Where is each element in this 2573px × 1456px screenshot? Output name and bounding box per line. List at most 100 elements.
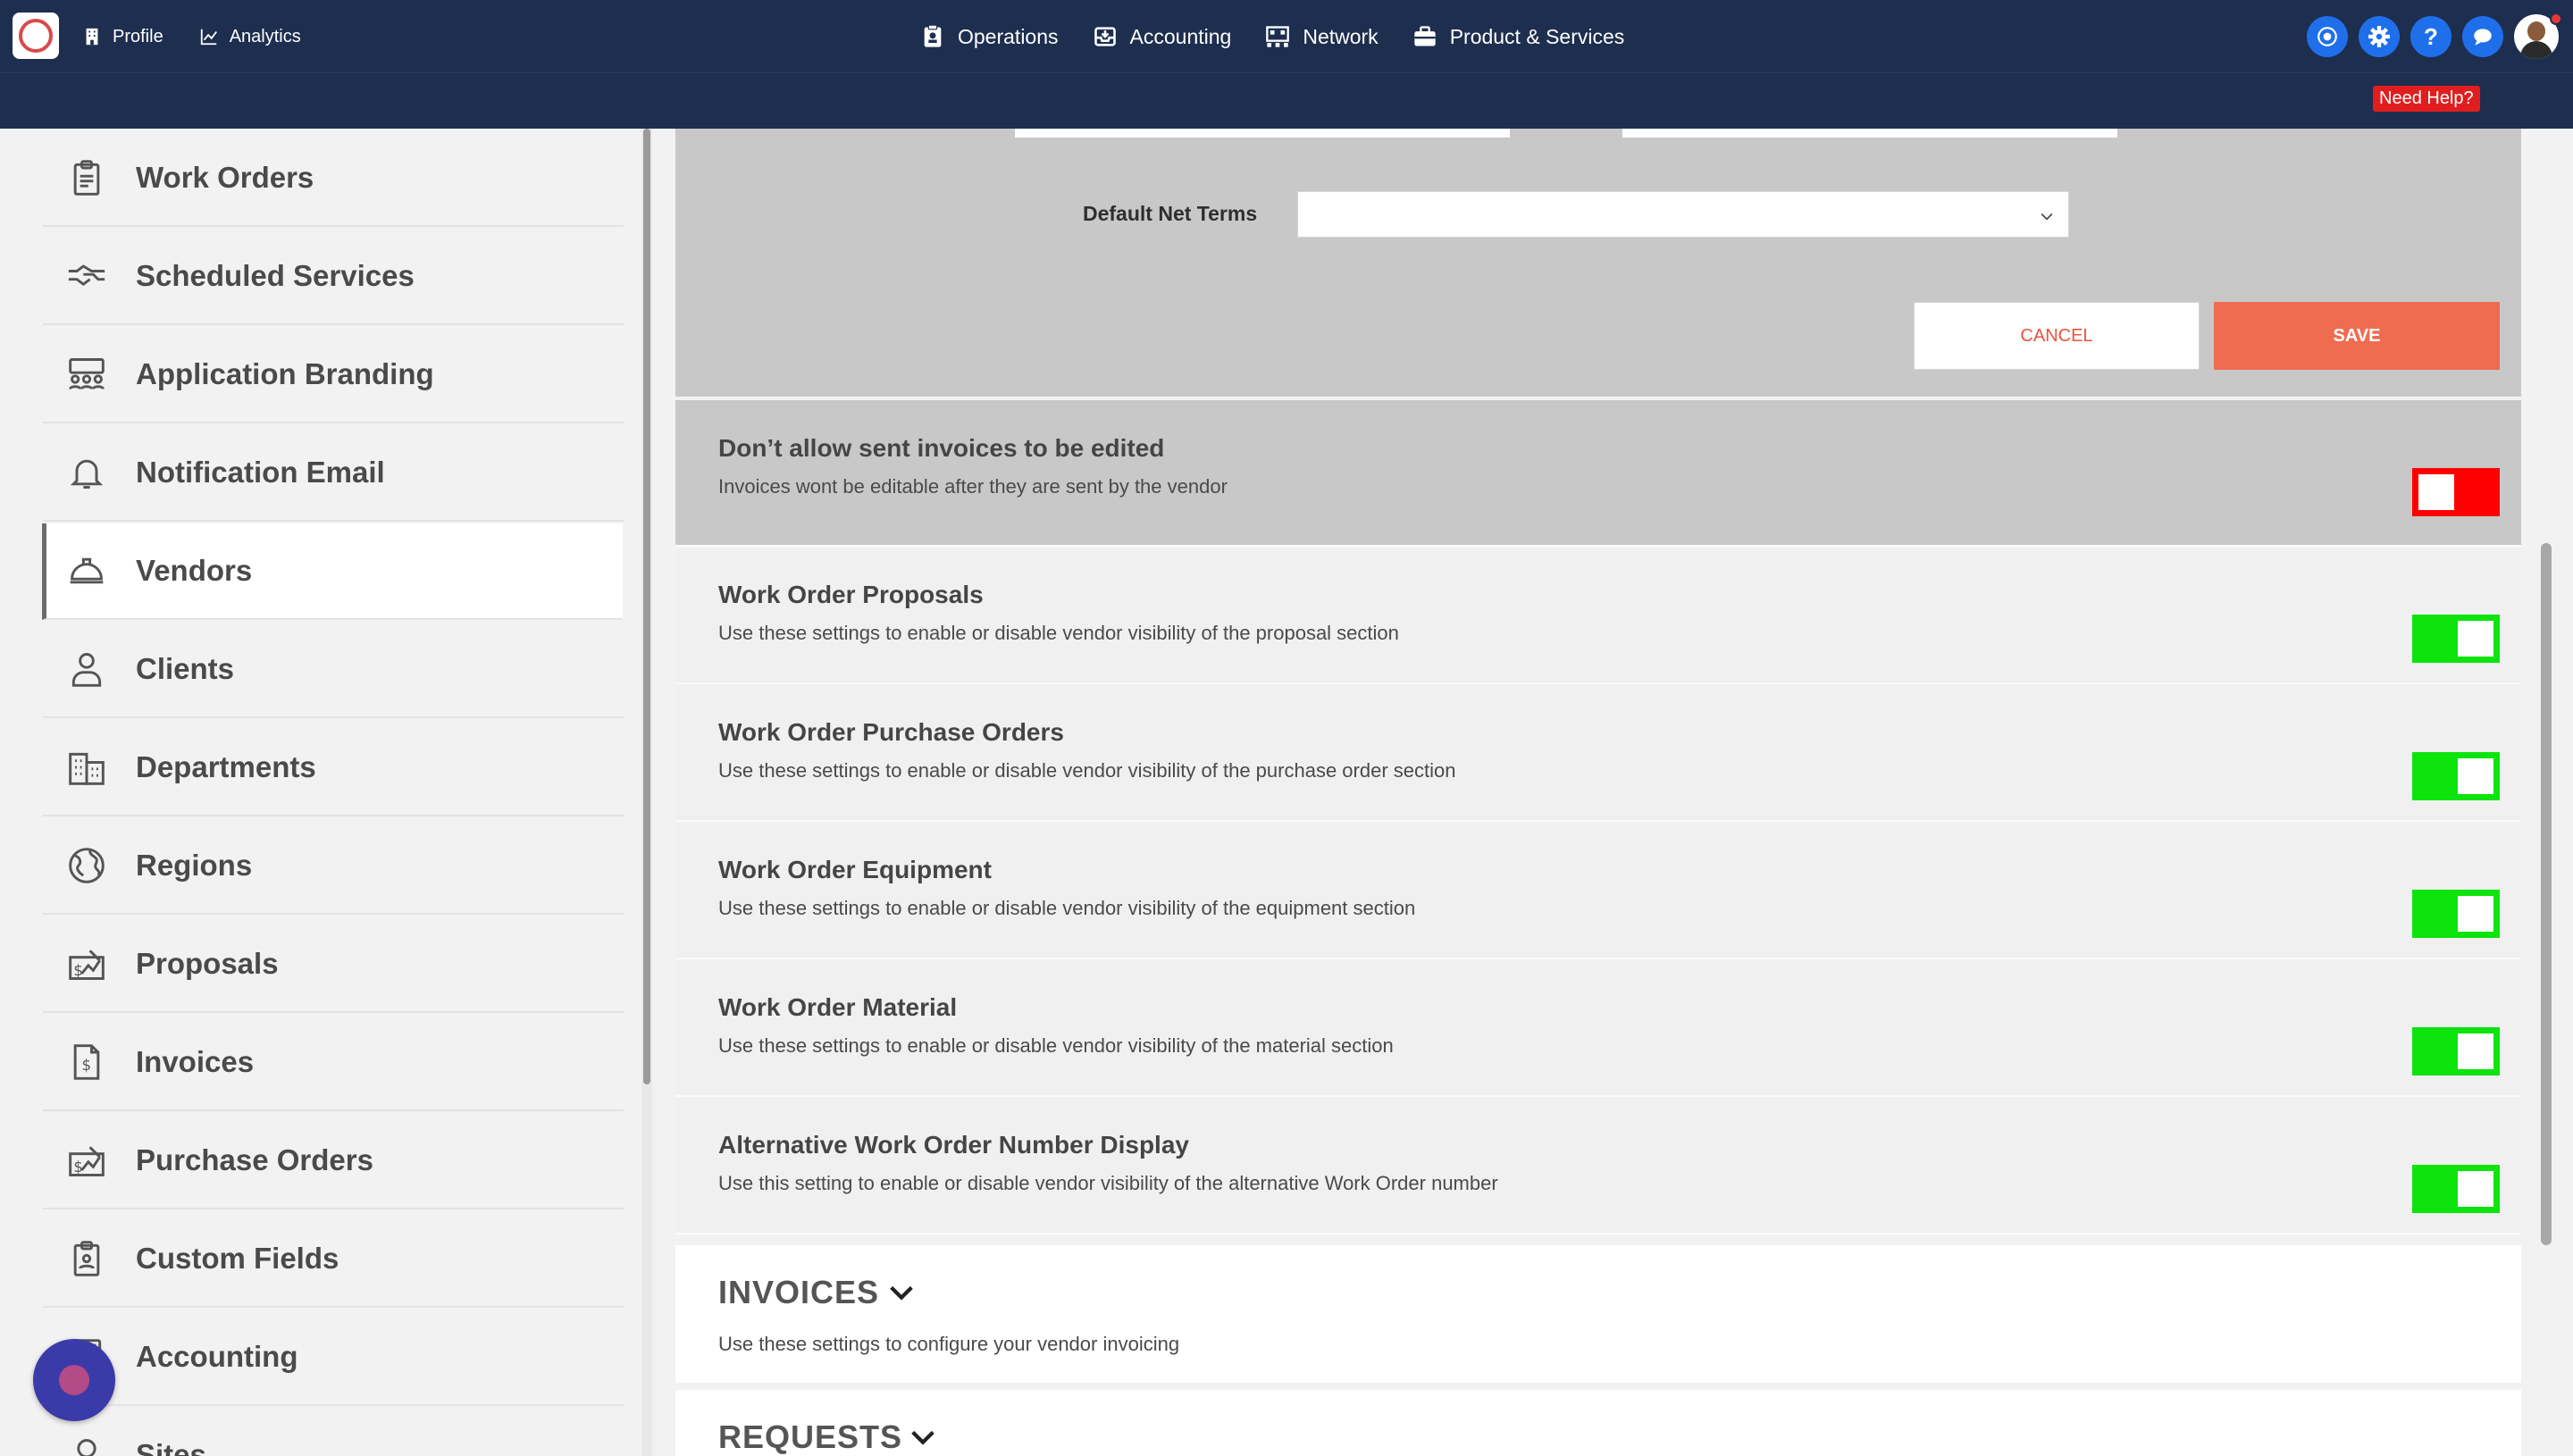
top-navigation-bar: Profile Analytics Operations Accounting … bbox=[0, 0, 2573, 73]
nav-analytics-label: Analytics bbox=[229, 26, 301, 46]
upper-input-right[interactable] bbox=[1622, 129, 2117, 138]
vendor-settings-panel: Default Net Terms CANCEL SAVE Don’t allo… bbox=[675, 129, 2521, 1456]
sidebar-item-scheduled-services[interactable]: Scheduled Services bbox=[43, 229, 624, 325]
toggle-switch[interactable] bbox=[2412, 890, 2500, 938]
main-scrollbar[interactable] bbox=[2537, 129, 2555, 1456]
sidebar-item-label: Departments bbox=[136, 750, 316, 783]
setting-description: Use these settings to enable or disable … bbox=[718, 759, 1456, 782]
building-icon bbox=[86, 28, 98, 46]
chevron-down-icon[interactable] bbox=[886, 1277, 917, 1308]
sidebar-item-purchase-orders[interactable]: $ Purchase Orders bbox=[43, 1113, 624, 1209]
nav-operations[interactable]: Operations bbox=[920, 24, 1059, 49]
app-logo[interactable] bbox=[13, 13, 59, 59]
sidebar-scrollbar[interactable] bbox=[641, 129, 652, 1456]
dashboard-button[interactable] bbox=[2307, 16, 2348, 57]
nav-left: Profile Analytics bbox=[82, 0, 301, 73]
clipboard-list-icon bbox=[64, 157, 109, 198]
toggle-knob bbox=[2458, 1033, 2493, 1069]
sidebar-item-regions[interactable]: Regions bbox=[43, 818, 624, 915]
main-scroll-thumb[interactable] bbox=[2541, 543, 2552, 1245]
toggle-knob bbox=[2418, 474, 2454, 510]
help-icon: ? bbox=[2424, 22, 2438, 50]
sidebar-item-accounting[interactable]: Accounting bbox=[43, 1310, 624, 1406]
nav-analytics[interactable]: Analytics bbox=[199, 27, 301, 47]
setting-title: Don’t allow sent invoices to be edited bbox=[718, 434, 1165, 462]
net-terms-select[interactable] bbox=[1297, 191, 2069, 238]
setting-row-purchase-orders: Work Order Purchase Orders Use these set… bbox=[675, 686, 2521, 822]
handshake-icon bbox=[64, 255, 109, 297]
invoices-section-title[interactable]: INVOICES bbox=[718, 1274, 879, 1311]
sidebar-item-label: Invoices bbox=[136, 1045, 255, 1078]
network-icon bbox=[1266, 26, 1290, 47]
sidebar-item-departments[interactable]: Departments bbox=[43, 720, 624, 816]
toggle-switch[interactable] bbox=[2412, 1165, 2500, 1213]
settings-sidebar: Work Orders Scheduled Services Applicati… bbox=[0, 129, 645, 1456]
help-button[interactable]: ? bbox=[2410, 16, 2451, 57]
chart-line-icon bbox=[200, 29, 217, 46]
sidebar-item-clients[interactable]: Clients bbox=[43, 622, 624, 718]
need-help-button[interactable]: Need Help? bbox=[2373, 86, 2480, 112]
sidebar-item-sites[interactable]: Sites bbox=[43, 1408, 624, 1456]
svg-text:$: $ bbox=[73, 1159, 83, 1176]
sidebar-item-application-branding[interactable]: Application Branding bbox=[43, 327, 624, 423]
header-subbar bbox=[0, 73, 2573, 129]
sidebar-item-proposals[interactable]: $ Proposals bbox=[43, 916, 624, 1013]
chat-icon bbox=[2474, 29, 2492, 46]
sidebar-item-custom-fields[interactable]: Custom Fields bbox=[43, 1211, 624, 1308]
save-button[interactable]: SAVE bbox=[2214, 302, 2500, 370]
requests-section-title[interactable]: REQUESTS bbox=[718, 1418, 902, 1456]
toggle-switch[interactable] bbox=[2412, 468, 2500, 516]
sidebar-item-label: Application Branding bbox=[136, 357, 434, 390]
inbox-icon bbox=[1094, 27, 1116, 46]
nav-accounting[interactable]: Accounting bbox=[1093, 24, 1231, 49]
nav-network[interactable]: Network bbox=[1265, 24, 1379, 49]
setting-row-no-edit-sent-invoices: Don’t allow sent invoices to be edited I… bbox=[675, 400, 2521, 547]
sidebar-item-label: Work Orders bbox=[136, 161, 314, 194]
nav-profile[interactable]: Profile bbox=[82, 27, 163, 47]
setting-row-alternative-wo-number: Alternative Work Order Number Display Us… bbox=[675, 1099, 2521, 1234]
notification-dot bbox=[2550, 13, 2562, 25]
sidebar-item-label: Clients bbox=[136, 652, 235, 685]
toggle-switch[interactable] bbox=[2412, 752, 2500, 800]
sidebar-item-label: Custom Fields bbox=[136, 1242, 339, 1275]
toggle-knob bbox=[2458, 1171, 2493, 1207]
setting-description: Use this setting to enable or disable ve… bbox=[718, 1172, 1498, 1194]
money-signature-icon: $ bbox=[64, 1140, 109, 1181]
nav-product-services-label: Product & Services bbox=[1449, 24, 1625, 48]
toggle-switch[interactable] bbox=[2412, 615, 2500, 663]
toggle-knob bbox=[2458, 621, 2493, 657]
person-icon bbox=[64, 649, 109, 690]
sidebar-item-work-orders[interactable]: Work Orders bbox=[43, 130, 624, 227]
chevron-down-icon[interactable] bbox=[908, 1422, 938, 1452]
sidebar-item-invoices[interactable]: $ Invoices bbox=[43, 1015, 624, 1111]
setting-title: Work Order Proposals bbox=[718, 581, 984, 608]
cancel-button[interactable]: CANCEL bbox=[1914, 302, 2200, 370]
chat-button[interactable] bbox=[2462, 16, 2503, 57]
settings-button[interactable] bbox=[2359, 16, 2400, 57]
setting-description: Use these settings to enable or disable … bbox=[718, 622, 1399, 644]
setting-title: Work Order Purchase Orders bbox=[718, 718, 1064, 746]
briefcase-icon bbox=[1414, 26, 1436, 46]
setting-title: Work Order Equipment bbox=[718, 856, 992, 883]
people-group-icon bbox=[64, 354, 109, 395]
sidebar-item-notification-email[interactable]: Notification Email bbox=[43, 425, 624, 522]
sidebar-scroll-thumb[interactable] bbox=[643, 129, 650, 1084]
nav-product-services[interactable]: Product & Services bbox=[1412, 24, 1625, 49]
chat-widget-button[interactable] bbox=[33, 1339, 115, 1421]
sidebar-item-label: Vendors bbox=[136, 554, 253, 587]
net-terms-form: Default Net Terms CANCEL SAVE bbox=[675, 129, 2521, 397]
svg-text:$: $ bbox=[82, 1057, 92, 1074]
toggle-switch[interactable] bbox=[2412, 1027, 2500, 1075]
money-signature-icon: $ bbox=[64, 943, 109, 984]
avatar-head bbox=[2527, 21, 2545, 41]
clipboard-icon bbox=[924, 24, 942, 47]
sidebar-item-label: Accounting bbox=[136, 1340, 298, 1373]
sidebar-item-vendors[interactable]: Vendors bbox=[42, 523, 623, 620]
nav-center: Operations Accounting Network Product & … bbox=[920, 0, 1624, 73]
setting-description: Use these settings to enable or disable … bbox=[718, 1034, 1394, 1057]
nav-right: ? bbox=[2307, 14, 2559, 59]
net-terms-label: Default Net Terms bbox=[1083, 202, 1258, 225]
upper-input-left[interactable] bbox=[1015, 129, 1510, 138]
invoices-section: INVOICES Use these settings to configure… bbox=[675, 1245, 2521, 1383]
chevron-down-icon bbox=[2041, 213, 2053, 221]
